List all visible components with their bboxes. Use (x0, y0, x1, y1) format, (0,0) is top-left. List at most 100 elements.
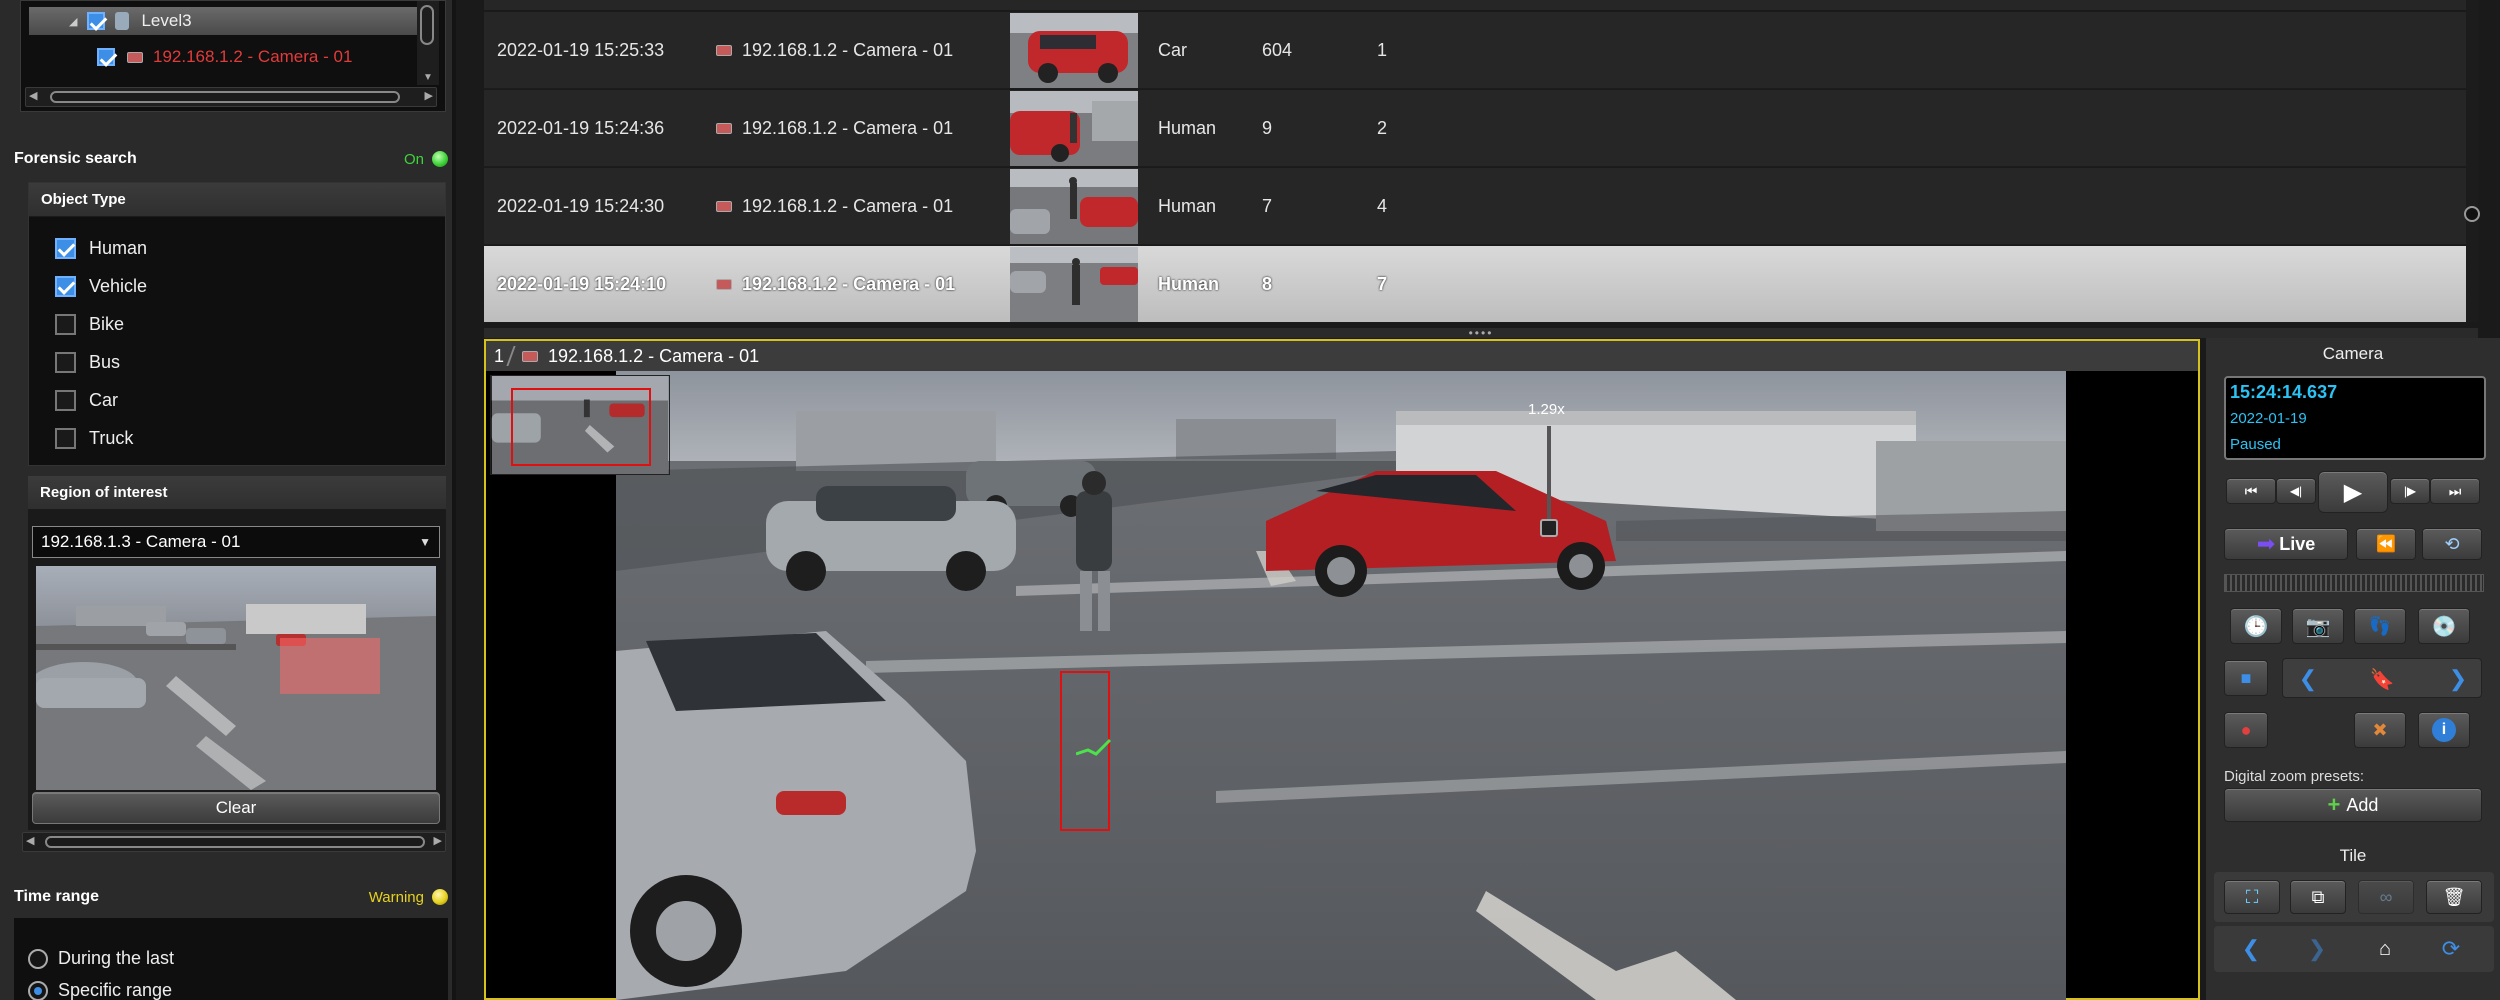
scroll-left-arrow-icon[interactable]: ◀ (26, 834, 34, 847)
expand-arrow-icon[interactable]: ◢ (69, 15, 77, 28)
rewind-icon: ⏪ (2376, 536, 2396, 553)
tree-hscrollbar[interactable]: ◀ ▶ (25, 87, 437, 107)
object-type-car[interactable]: Car (55, 390, 118, 411)
row-thumbnail[interactable] (1010, 247, 1138, 322)
skip-start-icon: ⏮ (2244, 482, 2258, 499)
scroll-right-arrow-icon[interactable]: ▶ (434, 834, 442, 847)
snapshot-button[interactable]: 📷 (2292, 608, 2344, 644)
table-row-selected[interactable]: 2022-01-19 15:24:10 192.168.1.2 - Camera… (484, 246, 2466, 323)
object-type-bike[interactable]: Bike (55, 314, 124, 335)
info-icon: i (2419, 713, 2469, 747)
tree-vscroll-thumb[interactable] (420, 5, 434, 45)
clear-bookmark-button[interactable]: ✖ (2354, 712, 2406, 748)
object-type-truck[interactable]: Truck (55, 428, 133, 449)
region-camera-select[interactable]: 192.168.1.3 - Camera - 01 ▼ (32, 526, 440, 558)
tree-item-level3[interactable]: ◢ Level3 (29, 7, 419, 35)
link-icon: ∞ (2379, 886, 2393, 907)
object-type-vehicle[interactable]: Vehicle (55, 276, 147, 297)
tree-hscroll-thumb[interactable] (50, 91, 400, 103)
region-camera-value: 192.168.1.3 - Camera - 01 (41, 532, 241, 551)
tree-vscrollbar[interactable]: ▼ (417, 1, 439, 85)
skip-to-end-button[interactable]: ⏭ (2430, 478, 2480, 504)
delete-bookmark-icon: ✖ (2372, 719, 2388, 740)
car-checkbox[interactable] (55, 390, 76, 411)
skip-to-start-button[interactable]: ⏮ (2226, 478, 2276, 504)
object-type-title: Object Type (29, 183, 445, 217)
table-vscrollbar[interactable] (2464, 0, 2480, 322)
motion-search-button[interactable]: 👣 (2354, 608, 2406, 644)
minimap-viewport-rect[interactable] (511, 388, 651, 466)
rewind-fast-button[interactable]: ⏪ (2356, 528, 2416, 560)
object-type-section: Object Type Human Vehicle Bike Bus Car T… (28, 182, 446, 466)
scroll-left-arrow-icon[interactable]: ◀ (29, 89, 37, 102)
previous-bookmark-icon[interactable]: ❮ (2293, 665, 2323, 693)
radio-during-the-last[interactable]: During the last (28, 948, 174, 969)
left-hscrollbar[interactable]: ◀ ▶ (22, 832, 446, 852)
human-label: Human (89, 238, 148, 258)
time-range-header: Time range Warning (14, 880, 448, 914)
row-thumbnail[interactable] (1010, 91, 1138, 166)
scroll-down-arrow-icon[interactable]: ▼ (423, 72, 433, 83)
fullscreen-button[interactable]: ⛶ (2224, 880, 2280, 914)
next-bookmark-icon[interactable]: ❯ (2443, 665, 2473, 693)
refresh-icon[interactable]: ⟳ (2436, 934, 2466, 964)
play-button[interactable]: ▶ (2318, 471, 2388, 513)
stop-icon: ■ (2240, 667, 2252, 688)
camera-icon (127, 51, 143, 63)
grip-dots-icon[interactable]: •••• (1469, 327, 1494, 339)
row-thumbnail[interactable] (1010, 169, 1138, 244)
status-led-yellow-icon (432, 889, 448, 905)
step-back-button[interactable]: ◀| (2276, 478, 2316, 504)
row-count: 7 (1377, 273, 1388, 294)
clear-button[interactable]: Clear (32, 792, 440, 824)
scroll-right-arrow-icon[interactable]: ▶ (425, 89, 433, 102)
table-row[interactable]: 2022-01-19 15:25:33 192.168.1.2 - Camera… (484, 12, 2466, 89)
object-type-bus[interactable]: Bus (55, 352, 120, 373)
record-button[interactable]: ● (2224, 712, 2268, 748)
stop-button[interactable]: ■ (2224, 660, 2268, 696)
add-zoom-preset-button[interactable]: + Add (2224, 788, 2482, 822)
splitter-handle[interactable]: •••• (484, 327, 2478, 339)
tile-next-icon[interactable]: ❯ (2302, 934, 2332, 964)
level3-checkbox[interactable] (87, 12, 106, 30)
live-button[interactable]: ➡ Live (2224, 528, 2348, 560)
home-icon[interactable]: ⌂ (2370, 934, 2400, 964)
truck-checkbox[interactable] (55, 428, 76, 449)
table-row[interactable]: 2022-01-19 15:24:30 192.168.1.2 - Camera… (484, 168, 2466, 245)
table-vscroll-thumb[interactable] (2464, 206, 2480, 222)
camera-scene-image[interactable] (616, 371, 2066, 1000)
object-type-human[interactable]: Human (55, 238, 147, 259)
during-the-last-radio[interactable] (28, 948, 48, 969)
table-row[interactable]: 2022-01-19 15:24:36 192.168.1.2 - Camera… (484, 90, 2466, 167)
human-checkbox[interactable] (55, 238, 76, 259)
loop-button[interactable]: ⟲ (2422, 528, 2482, 560)
tile-previous-icon[interactable]: ❮ (2236, 934, 2266, 964)
vehicle-checkbox[interactable] (55, 276, 76, 297)
row-thumbnail[interactable] (1010, 13, 1138, 88)
left-hscroll-thumb[interactable] (45, 836, 425, 848)
bookmark-icon[interactable]: 🔖 (2367, 665, 2397, 693)
export-disc-button[interactable]: 💿 (2418, 608, 2470, 644)
pop-out-button[interactable]: ⧉ (2290, 880, 2346, 914)
video-tile[interactable]: 1 192.168.1.2 - Camera - 01 1.29x (484, 339, 2200, 1000)
link-tile-button[interactable]: ∞ (2358, 880, 2414, 914)
tree-level-label: Level3 (141, 11, 192, 30)
bike-checkbox[interactable] (55, 314, 76, 335)
step-forward-button[interactable]: |▶ (2390, 478, 2430, 504)
current-date: 2022-01-19 (2230, 410, 2307, 427)
time-jump-button[interactable]: 🕒 (2230, 608, 2282, 644)
info-button[interactable]: i (2418, 712, 2470, 748)
bus-checkbox[interactable] (55, 352, 76, 373)
radio-specific-range[interactable]: Specific range (28, 980, 172, 1000)
time-range-body: During the last Specific range (14, 918, 448, 1000)
live-arrow-icon: ➡ (2256, 531, 2276, 556)
row-camera-text: 192.168.1.2 - Camera - 01 (742, 273, 956, 294)
clear-tile-button[interactable]: 🗑 (2426, 880, 2482, 914)
zoom-slider-thumb[interactable] (1540, 519, 1558, 537)
specific-range-radio[interactable] (28, 980, 48, 1000)
tree-item-camera[interactable]: 192.168.1.2 - Camera - 01 (97, 43, 352, 71)
speed-bar[interactable] (2224, 574, 2484, 592)
dropdown-arrow-icon[interactable]: ▼ (419, 535, 431, 549)
camera-checkbox[interactable] (97, 48, 115, 66)
region-preview-image[interactable] (36, 566, 436, 790)
